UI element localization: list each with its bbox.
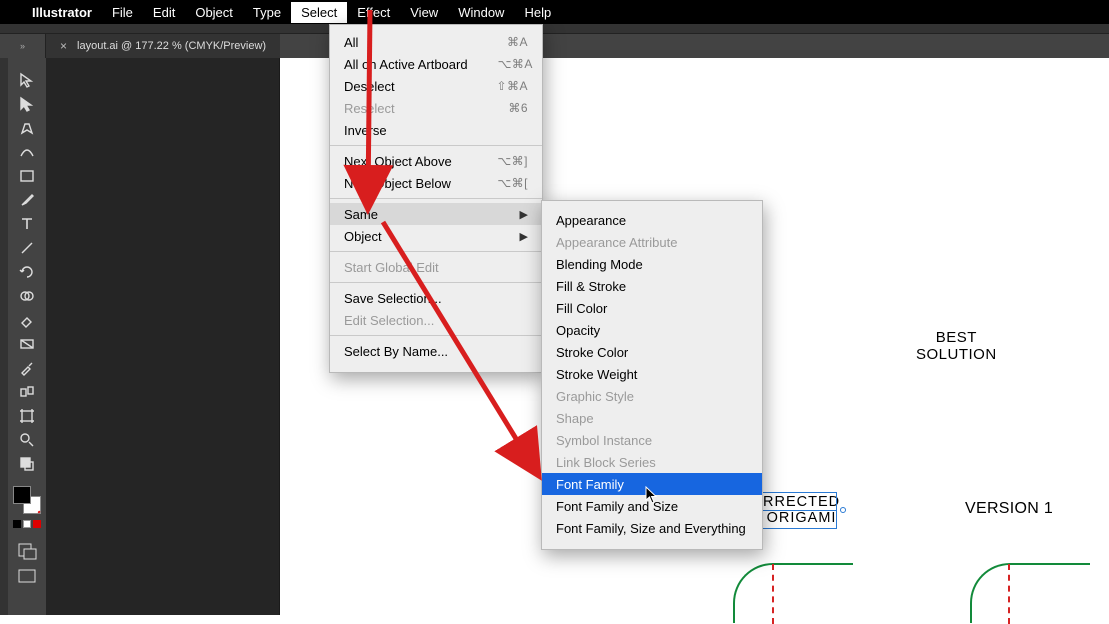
- menu-item-next-above[interactable]: Next Object Above⌥⌘]: [330, 150, 542, 172]
- menu-type[interactable]: Type: [253, 5, 281, 20]
- rotate-tool[interactable]: [11, 260, 43, 284]
- close-tab-icon[interactable]: ×: [60, 39, 67, 53]
- submenu-fill-stroke[interactable]: Fill & Stroke: [542, 275, 762, 297]
- document-tab[interactable]: × layout.ai @ 177.22 % (CMYK/Preview): [46, 34, 280, 58]
- rectangle-tool[interactable]: [11, 164, 43, 188]
- canvas-selected-text[interactable]: RRECTED ORIGAMI: [763, 494, 840, 526]
- line-tool[interactable]: [11, 236, 43, 260]
- app-name: Illustrator: [32, 5, 92, 20]
- tool-palette: [8, 58, 46, 615]
- menu-view[interactable]: View: [410, 5, 438, 20]
- submenu-blending-mode[interactable]: Blending Mode: [542, 253, 762, 275]
- paintbrush-tool[interactable]: [11, 188, 43, 212]
- selection-handle-icon[interactable]: [840, 507, 846, 513]
- canvas-text-best-solution: BEST SOLUTION: [916, 329, 997, 363]
- menu-effect[interactable]: Effect: [357, 5, 390, 20]
- document-tab-label: layout.ai @ 177.22 % (CMYK/Preview): [77, 40, 266, 52]
- menu-item-save-selection[interactable]: Save Selection...: [330, 287, 542, 309]
- canvas-text-version: VERSION 1: [965, 500, 1053, 518]
- submenu-shape: Shape: [542, 407, 762, 429]
- artboard-tool[interactable]: [11, 404, 43, 428]
- gradient-tool[interactable]: [11, 332, 43, 356]
- menu-separator: [330, 145, 542, 146]
- left-strip: [0, 58, 8, 615]
- color-none-icon[interactable]: [23, 520, 31, 528]
- menu-item-deselect[interactable]: Deselect⇧⌘A: [330, 75, 542, 97]
- submenu-graphic-style: Graphic Style: [542, 385, 762, 407]
- menu-item-global-edit: Start Global Edit: [330, 256, 542, 278]
- select-menu-panel: All⌘A All on Active Artboard⌥⌘A Deselect…: [329, 24, 543, 373]
- submenu-appearance[interactable]: Appearance: [542, 209, 762, 231]
- mac-menubar: Illustrator File Edit Object Type Select…: [0, 0, 1109, 24]
- document-tab-bar: » × layout.ai @ 177.22 % (CMYK/Preview): [0, 34, 1109, 58]
- menu-item-all[interactable]: All⌘A: [330, 31, 542, 53]
- menu-file[interactable]: File: [112, 5, 133, 20]
- eyedropper-tool[interactable]: [11, 356, 43, 380]
- type-tool[interactable]: [11, 212, 43, 236]
- submenu-font-family[interactable]: Font Family: [542, 473, 762, 495]
- submenu-stroke-color[interactable]: Stroke Color: [542, 341, 762, 363]
- submenu-arrow-icon: ▶: [520, 230, 528, 243]
- shape-builder-tool[interactable]: [11, 284, 43, 308]
- menu-item-next-below[interactable]: Next Object Below⌥⌘[: [330, 172, 542, 194]
- menu-window[interactable]: Window: [458, 5, 504, 20]
- menu-edit[interactable]: Edit: [153, 5, 175, 20]
- fill-color-swatch[interactable]: [13, 486, 31, 504]
- curvature-tool[interactable]: [11, 140, 43, 164]
- color-red-icon[interactable]: [33, 520, 41, 528]
- menu-item-edit-selection: Edit Selection...: [330, 309, 542, 331]
- submenu-appearance-attr: Appearance Attribute: [542, 231, 762, 253]
- selection-tool[interactable]: [11, 68, 43, 92]
- menu-item-reselect: Reselect⌘6: [330, 97, 542, 119]
- menu-separator: [330, 282, 542, 283]
- artwork-guide-icon: [1008, 564, 1010, 624]
- menu-help[interactable]: Help: [524, 5, 551, 20]
- menu-item-select-by-name[interactable]: Select By Name...: [330, 340, 542, 362]
- menu-separator: [330, 251, 542, 252]
- menu-separator: [330, 335, 542, 336]
- screen-mode-icon[interactable]: [17, 568, 37, 586]
- pen-tool[interactable]: [11, 116, 43, 140]
- chevron-right-icon: »: [20, 41, 25, 51]
- artwork-curve-icon: [733, 563, 853, 623]
- menu-item-same[interactable]: Same▶: [330, 203, 542, 225]
- same-submenu-panel: Appearance Appearance Attribute Blending…: [541, 200, 763, 550]
- submenu-font-family-size[interactable]: Font Family and Size: [542, 495, 762, 517]
- menu-object[interactable]: Object: [195, 5, 233, 20]
- submenu-opacity[interactable]: Opacity: [542, 319, 762, 341]
- eraser-tool[interactable]: [11, 308, 43, 332]
- draw-mode-icon[interactable]: [17, 542, 37, 560]
- submenu-fill-color[interactable]: Fill Color: [542, 297, 762, 319]
- direct-selection-tool[interactable]: [11, 92, 43, 116]
- menu-item-all-artboard[interactable]: All on Active Artboard⌥⌘A: [330, 53, 542, 75]
- blend-tool[interactable]: [11, 380, 43, 404]
- tab-overflow-button[interactable]: »: [0, 34, 46, 58]
- menu-item-object[interactable]: Object▶: [330, 225, 542, 247]
- zoom-tool[interactable]: [11, 428, 43, 452]
- fill-stroke-swatch[interactable]: [13, 486, 41, 514]
- menu-separator: [330, 198, 542, 199]
- app-topstrip: [0, 24, 1109, 34]
- submenu-arrow-icon: ▶: [520, 208, 528, 221]
- pasteboard-dark: [46, 58, 280, 615]
- fill-toggle-tool[interactable]: [11, 452, 43, 476]
- menu-item-inverse[interactable]: Inverse: [330, 119, 542, 141]
- submenu-link-block-series: Link Block Series: [542, 451, 762, 473]
- color-box-icon[interactable]: [13, 520, 21, 528]
- artwork-curve-icon: [970, 563, 1090, 623]
- submenu-symbol-instance: Symbol Instance: [542, 429, 762, 451]
- submenu-font-family-all[interactable]: Font Family, Size and Everything: [542, 517, 762, 539]
- submenu-stroke-weight[interactable]: Stroke Weight: [542, 363, 762, 385]
- artwork-guide-icon: [772, 564, 774, 624]
- menu-select[interactable]: Select: [291, 2, 347, 23]
- color-mode-row[interactable]: [13, 520, 41, 528]
